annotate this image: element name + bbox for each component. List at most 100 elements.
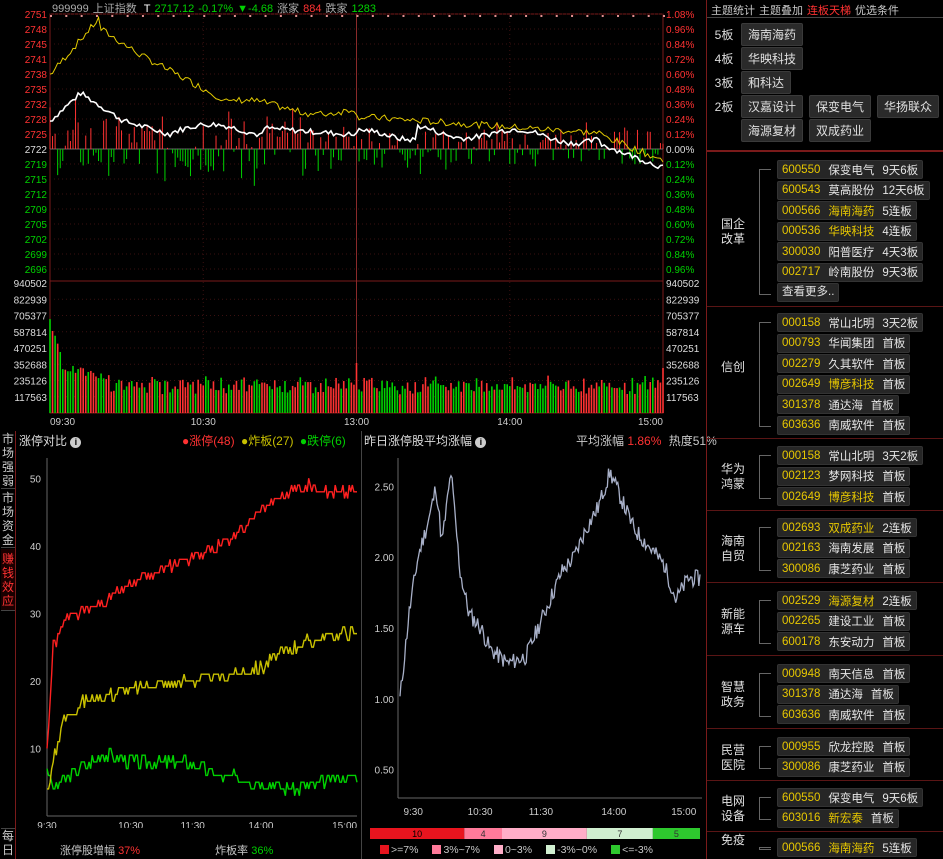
tab-market-strength[interactable]: 市场强弱 [1, 431, 15, 489]
stock-chip[interactable]: 000536 华映科技 4连板 [777, 221, 917, 241]
stock-code: 000158 [782, 316, 821, 329]
time-tick: 13:00 [344, 417, 369, 428]
info-icon[interactable]: i [70, 437, 82, 448]
dist-legend-label: 3%~7% [443, 844, 480, 856]
stock-name: 阳普医疗 [828, 246, 875, 259]
stock-chip[interactable]: 002123 梦网科技 首板 [777, 466, 911, 486]
stock-chip[interactable]: 000948 南天信息 首板 [777, 664, 911, 683]
stock-chip[interactable]: 002163 海南发展 首板 [777, 538, 911, 558]
stock-name: 欣龙控股 [828, 741, 875, 754]
limit-compare-chart[interactable]: 50 40 30 20 10 9:30 10:30 11:30 14:00 15:00 [17, 448, 360, 828]
group-divider [707, 509, 943, 511]
volume-tick: 587814 [666, 328, 700, 339]
stock-code: 600178 [782, 635, 821, 648]
time-tick: 09:30 [50, 417, 75, 428]
stock-name: 久其软件 [828, 358, 875, 371]
stock-board: 首板 [882, 420, 906, 432]
tab-market-funds[interactable]: 市场资金 [1, 490, 15, 548]
stock-code: 000536 [782, 225, 821, 237]
stock-chip[interactable]: 002717 岭南股份 9天3板 [777, 262, 924, 282]
stock-code: 002279 [782, 357, 821, 370]
stock-chip[interactable]: 000955 欣龙控股 首板 [777, 737, 911, 756]
right-tab-1[interactable]: 主题叠加 [759, 5, 803, 17]
stock-chip[interactable]: 300086 康芝药业 首板 [777, 559, 911, 578]
stock-chip[interactable]: 000566 海南海药 5连板 [777, 201, 917, 220]
top-mark [617, 15, 620, 17]
top-mark [203, 15, 206, 17]
top-mark [494, 15, 497, 17]
stock-code: 002649 [782, 490, 821, 503]
right-tab-2[interactable]: 连板天梯 [807, 5, 851, 17]
stock-chip[interactable]: 002693 双成药业 2连板 [777, 518, 917, 537]
stock-name: 博彦科技 [828, 379, 875, 391]
stock-chip[interactable]: 600550 保变电气 9天6板 [777, 788, 924, 807]
stock-chip[interactable]: 002265 建设工业 首板 [777, 611, 911, 631]
stock-chip[interactable]: 000793 华闻集团 首板 [777, 333, 911, 353]
top-mark [433, 15, 436, 17]
top-mark [141, 15, 144, 17]
x-tick: 14:00 [248, 821, 273, 828]
stock-board: 首板 [882, 741, 906, 754]
stock-chip[interactable]: 603016 新宏泰 首板 [777, 808, 899, 828]
stock-board: 首板 [882, 358, 906, 371]
group-divider [707, 654, 943, 656]
stock-chip[interactable]: 002529 海源复材 2连板 [777, 591, 917, 610]
right-tabs: 主题统计 主题叠加 连板天梯 优选条件 [711, 2, 903, 18]
theme-group: 智慧政务 000948 南天信息 首板 301378 通达海 首板 603636 南威软件 首板 [707, 664, 943, 729]
stock-chip[interactable]: 002279 久其软件 首板 [777, 354, 911, 373]
stock-chip[interactable]: 300030 阳普医疗 4天3板 [777, 242, 924, 261]
stock-chip[interactable]: 000158 常山北明 3天2板 [777, 313, 924, 332]
right-tab-0[interactable]: 主题统计 [711, 5, 755, 17]
stock-chip[interactable]: 301378 通达海 首板 [777, 395, 899, 414]
dist-legend-swatch [380, 845, 389, 854]
stock-name: 康芝药业 [828, 762, 875, 774]
ladder-row: 5板 海南海药 [707, 22, 809, 46]
tab-money-effect[interactable]: 赚钱效应 [1, 549, 15, 611]
info-icon[interactable]: i [475, 437, 487, 448]
ladder-stock-chip[interactable]: 双成药业 [809, 118, 872, 142]
stock-chip[interactable]: 002649 博彦科技 首板 [777, 487, 911, 506]
price-tick: 2712 [25, 190, 48, 201]
price-tick: 2728 [25, 115, 48, 126]
broken-rate-label: 炸板率 [215, 845, 249, 857]
stock-name: 东安动力 [828, 636, 875, 649]
right-tab-3[interactable]: 优选条件 [855, 5, 899, 17]
price-tick: 2751 [25, 10, 48, 21]
x-tick: 11:30 [529, 807, 554, 818]
legend-limit-down: 跌停(6) [307, 434, 346, 448]
dist-legend-label: -3%~0% [557, 844, 598, 856]
stock-chip[interactable]: 600543 莫高股份 12天6板 [777, 180, 930, 200]
dist-segment-value: 7 [617, 829, 622, 839]
ladder-stock-chip[interactable]: 和科达 [741, 70, 792, 94]
yday-avg-chart[interactable]: 2.50 2.00 1.50 1.00 0.50 9:30 10:30 11:30 14:00 1… [362, 448, 706, 826]
stock-chip[interactable]: 603636 南威软件 首板 [777, 705, 911, 724]
ladder-stock-chip[interactable]: 华扬联众 [877, 94, 940, 118]
pct-tick: 0.60% [666, 220, 694, 231]
y-tick: 50 [30, 474, 42, 485]
ladder-stock-chip[interactable]: 海源复材 [741, 118, 804, 142]
dist-legend-item: 0~3% [493, 844, 532, 856]
stock-chip[interactable]: 000566 海南海药 5连板 [777, 838, 917, 857]
stock-board: 9天6板 [882, 164, 919, 177]
stock-chip[interactable]: 600178 东安动力 首板 [777, 632, 911, 651]
volume-tick: 352688 [666, 360, 700, 371]
dist-segment-value: 4 [481, 829, 486, 839]
ladder-stock-chip[interactable]: 汉嘉设计 [741, 94, 804, 118]
stock-code: 000566 [782, 841, 821, 854]
limit-footer: 涨停股增幅 37% 炸板率 36% [60, 842, 273, 858]
ladder-stock-chip[interactable]: 华映科技 [741, 46, 804, 70]
stock-chip[interactable]: 600550 保变电气 9天6板 [777, 160, 924, 179]
ladder-stock-chip[interactable]: 保变电气 [809, 94, 872, 118]
stock-chip[interactable]: 000158 常山北明 3天2板 [777, 446, 924, 465]
top-mark [571, 15, 574, 17]
stock-chip[interactable]: 603636 南威软件 首板 [777, 415, 911, 435]
price-tick: 2738 [25, 70, 48, 81]
stock-chip[interactable]: 301378 通达海 首板 [777, 684, 899, 704]
view-more-button[interactable]: 查看更多.. [777, 283, 840, 302]
ladder-stock-chip[interactable]: 海南海药 [741, 22, 804, 46]
y-tick: 0.50 [375, 766, 395, 777]
tab-daily[interactable]: 每日 [1, 828, 15, 859]
intraday-chart[interactable]: 2751 2748 2745 2741 2738 2735 2732 2728 2725 2722… [0, 0, 706, 431]
stock-chip[interactable]: 300086 康芝药业 首板 [777, 757, 911, 777]
stock-chip[interactable]: 002649 博彦科技 首板 [777, 374, 911, 394]
